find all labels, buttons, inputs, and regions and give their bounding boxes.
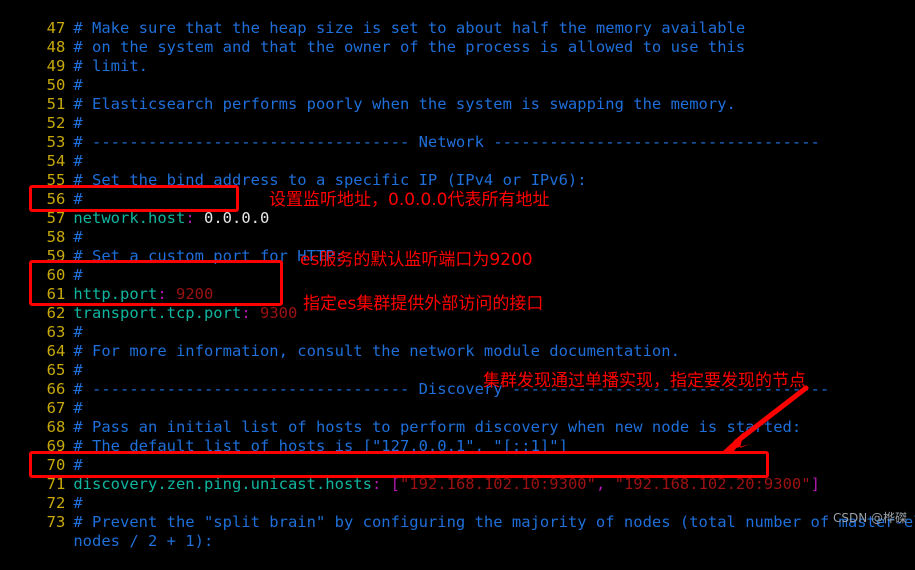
- annotation-network-host: 设置监听地址，0.0.0.0代表所有地址: [269, 190, 550, 210]
- code-line: 48 # on the system and that the owner of …: [0, 19, 915, 56]
- code-line-wrapped: nodes / 2 + 1):: [0, 513, 915, 550]
- code-line: 59 # Set a custom port for HTTP:: [0, 228, 915, 265]
- code-line: 50 #: [0, 57, 915, 94]
- code-line: 69 # The default list of hosts is ["127.0…: [0, 418, 915, 455]
- code-line: 58 #: [0, 209, 915, 246]
- code-line: 68 # Pass an initial list of hosts to per…: [0, 399, 915, 436]
- code-line: 72 #: [0, 475, 915, 512]
- annotation-transport-port: 指定es集群提供外部访问的接口: [303, 294, 544, 314]
- code-line: 49 # limit.: [0, 38, 915, 75]
- code-line-discovery-hosts: 71 discovery.zen.ping.unicast.hosts: ["19…: [0, 456, 915, 493]
- code-line: 54 #: [0, 133, 915, 170]
- watermark: CSDN @桦磔: [832, 511, 907, 525]
- code-line: 73 # Prevent the "split brain" by configu…: [0, 494, 915, 531]
- code-line: 47 # Make sure that the heap size is set …: [0, 0, 915, 37]
- code-line: 64 # For more information, consult the ne…: [0, 323, 915, 360]
- code-line: 51 # Elasticsearch performs poorly when t…: [0, 76, 915, 113]
- code-line: 56 #: [0, 171, 915, 208]
- annotation-discovery: 集群发现通过单播实现，指定要发现的节点: [483, 371, 806, 391]
- code-line: 70 #: [0, 437, 915, 474]
- code-line: 53 # ---------------------------------- N…: [0, 114, 915, 151]
- code-line: 52 #: [0, 95, 915, 132]
- annotation-http-port: es服务的默认监听端口为9200: [300, 250, 533, 270]
- code-line: 65 #: [0, 342, 915, 379]
- code-line: 55 # Set the bind address to a specific I…: [0, 152, 915, 189]
- comment-text: nodes / 2 + 1):: [73, 532, 214, 550]
